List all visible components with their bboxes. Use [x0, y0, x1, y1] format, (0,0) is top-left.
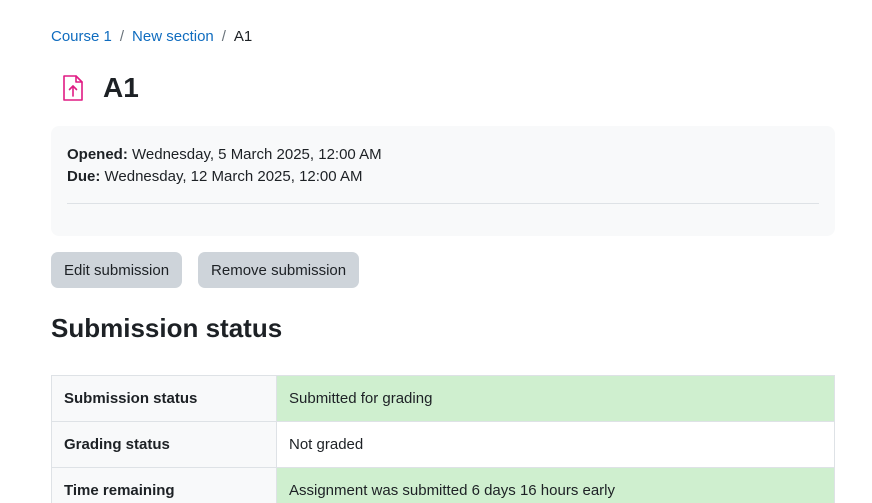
submission-status-heading: Submission status: [51, 313, 283, 343]
table-row: Grading status Not graded: [51, 421, 835, 468]
row-label: Time remaining: [51, 467, 277, 503]
breadcrumb-item-course[interactable]: Course 1: [51, 28, 112, 46]
due-label: Due:: [67, 168, 101, 185]
row-value: Not graded: [276, 421, 835, 468]
opened-value: Wednesday, 5 March 2025, 12:00 AM: [132, 146, 382, 163]
remove-submission-button[interactable]: Remove submission: [198, 252, 360, 288]
row-label: Grading status: [51, 421, 277, 468]
opened-date: Opened: Wednesday, 5 March 2025, 12:00 A…: [67, 144, 819, 166]
due-date: Due: Wednesday, 12 March 2025, 12:00 AM: [67, 166, 819, 188]
breadcrumb-item-section[interactable]: New section: [132, 28, 214, 46]
row-value: Assignment was submitted 6 days 16 hours…: [276, 467, 835, 503]
edit-submission-button[interactable]: Edit submission: [51, 252, 183, 288]
table-row: Submission status Submitted for grading: [51, 375, 835, 422]
due-value: Wednesday, 12 March 2025, 12:00 AM: [104, 168, 363, 185]
divider: [67, 203, 819, 204]
breadcrumb-separator: /: [119, 28, 125, 45]
opened-label: Opened:: [67, 146, 128, 163]
page-title: A1: [103, 72, 139, 103]
activity-dates: Opened: Wednesday, 5 March 2025, 12:00 A…: [51, 126, 835, 236]
file-upload-icon: [51, 66, 95, 110]
table-row: Time remaining Assignment was submitted …: [51, 467, 835, 503]
submission-actions: Edit submission Remove submission: [51, 252, 375, 288]
row-label: Submission status: [51, 375, 277, 422]
page-header: A1: [51, 66, 139, 110]
assignment-page: Course 1 / New section / A1 A1 Opened: W…: [0, 0, 872, 503]
breadcrumb-separator: /: [221, 28, 226, 45]
row-value: Submitted for grading: [276, 375, 835, 422]
submission-status-table: Submission status Submitted for grading …: [51, 375, 835, 503]
breadcrumb-current: A1: [233, 28, 253, 45]
breadcrumb: Course 1 / New section / A1: [51, 28, 252, 46]
